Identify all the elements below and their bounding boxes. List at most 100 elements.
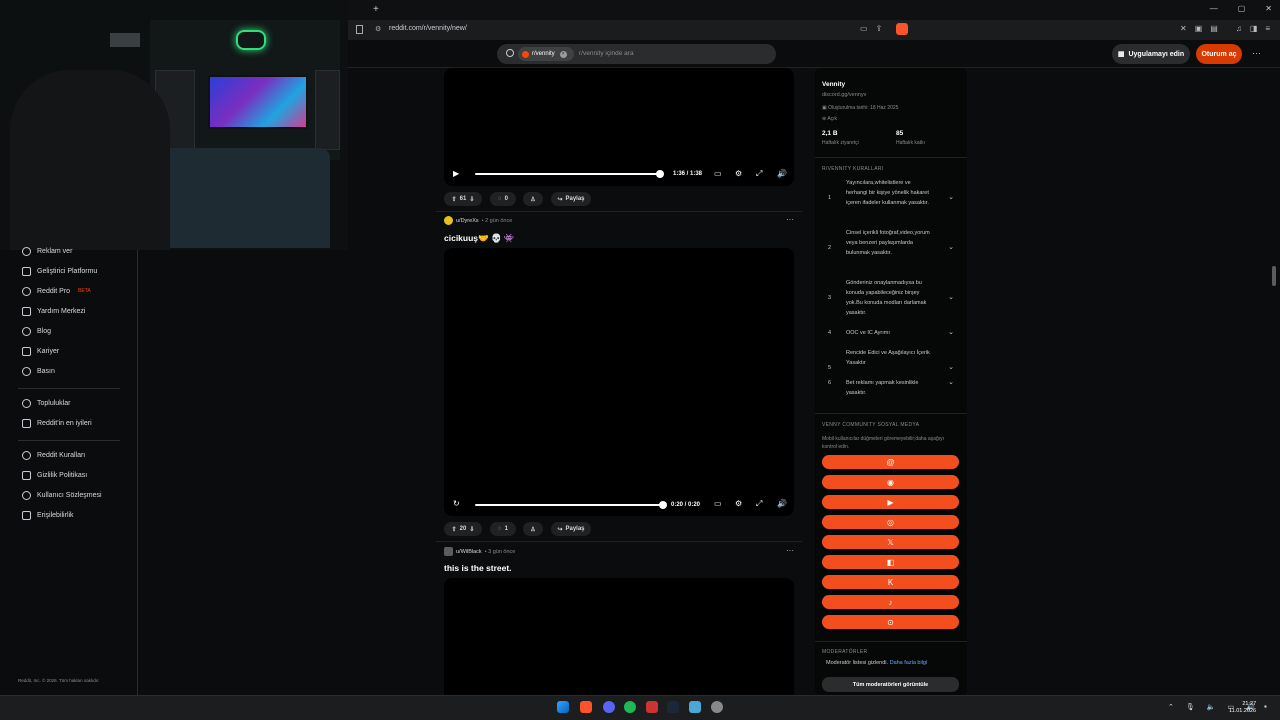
- post-title[interactable]: this is the street.: [444, 563, 512, 573]
- view-all-moderators-button[interactable]: Tüm moderatörleri görüntüle: [822, 677, 959, 692]
- chevron-down-icon[interactable]: ⌄: [948, 363, 954, 371]
- sidebar-item-accessibility[interactable]: Erişilebilirlik: [22, 508, 74, 522]
- media-icon[interactable]: ♫: [1236, 24, 1242, 33]
- settings-icon[interactable]: ⚙: [735, 169, 742, 178]
- vote-pill[interactable]: ⇧ 20 ⇩: [444, 522, 482, 536]
- more-options-icon[interactable]: ···: [1252, 48, 1261, 58]
- share-button[interactable]: ↪ Paylaş: [551, 192, 591, 206]
- discord-button[interactable]: ◉: [822, 475, 959, 489]
- vote-pill[interactable]: ⇧ 61 ⇩: [444, 192, 482, 206]
- taskbar-clock[interactable]: 21:27 11.01.2026: [1229, 701, 1256, 715]
- steam-taskbar-icon[interactable]: [667, 701, 679, 713]
- captions-icon[interactable]: ▭: [714, 169, 722, 178]
- share-button[interactable]: ↪ Paylaş: [551, 522, 591, 536]
- minimize-icon[interactable]: —: [1210, 4, 1218, 13]
- sidebar-item-rules[interactable]: Reddit Kuralları: [22, 448, 85, 462]
- volume-icon[interactable]: 🔊: [777, 499, 787, 508]
- maximize-icon[interactable]: ▢: [1238, 4, 1246, 13]
- post-more-icon[interactable]: ···: [786, 215, 794, 224]
- comments-button[interactable]: ◌ 0: [490, 192, 516, 206]
- share-icon[interactable]: ⇪: [876, 24, 883, 33]
- fullscreen-icon[interactable]: ⤢: [756, 499, 762, 509]
- video-progress-knob[interactable]: [659, 501, 667, 509]
- tray-chevron-icon[interactable]: ⌃: [1168, 703, 1174, 711]
- video-progress-knob[interactable]: [656, 170, 664, 178]
- media-taskbar-icon[interactable]: [646, 701, 658, 713]
- chevron-down-icon[interactable]: ⌄: [948, 328, 954, 336]
- sidebar-item-mic[interactable]: Basın: [22, 364, 55, 378]
- site-settings-icon[interactable]: ⚙: [375, 25, 381, 33]
- close-icon[interactable]: ✕: [1265, 4, 1272, 13]
- video-player[interactable]: [444, 248, 794, 516]
- kick-button[interactable]: K: [822, 575, 959, 589]
- menu-icon[interactable]: ≡: [1265, 24, 1270, 33]
- post-title[interactable]: cicikuuş🤝 💀 👾: [444, 233, 515, 244]
- threads-button[interactable]: @: [822, 455, 959, 469]
- youtube-button[interactable]: ▶: [822, 495, 959, 509]
- chevron-down-icon[interactable]: ⌄: [948, 378, 954, 386]
- chip-close-icon[interactable]: ×: [559, 50, 567, 58]
- sidebar-item-agreement[interactable]: Kullanıcı Sözleşmesi: [22, 488, 102, 502]
- comments-button[interactable]: ◌ 1: [490, 522, 516, 536]
- spotify-taskbar-icon[interactable]: [624, 701, 636, 713]
- get-app-button[interactable]: ▦ Uygulamayı edin: [1112, 44, 1190, 64]
- downvote-icon[interactable]: ⇩: [469, 526, 474, 533]
- more-info-link[interactable]: Daha fazla bilgi: [890, 660, 928, 666]
- video-progress-track[interactable]: [475, 504, 663, 506]
- sidebar-item-communities[interactable]: Topluluklar: [22, 396, 70, 410]
- sidebar-item-megaphone[interactable]: Reklam ver: [22, 244, 72, 258]
- post-more-icon[interactable]: ···: [786, 546, 794, 555]
- steam-button[interactable]: ⊙: [822, 615, 959, 629]
- brave-shield-icon[interactable]: [896, 23, 908, 35]
- chevron-down-icon[interactable]: ⌄: [948, 193, 954, 201]
- sidebar-item-gear[interactable]: Geliştirici Platformu: [22, 264, 97, 278]
- notifications-icon[interactable]: ▪: [1264, 702, 1267, 711]
- sidebar-item-book[interactable]: Blog: [22, 324, 51, 338]
- sidebar-toggle-icon[interactable]: ◨: [1250, 24, 1258, 33]
- login-button[interactable]: Oturum aç: [1196, 44, 1242, 64]
- author-avatar[interactable]: [444, 216, 453, 225]
- url-text[interactable]: reddit.com/r/vennity/new/: [389, 25, 467, 32]
- extension-icon[interactable]: ✕: [1180, 24, 1187, 33]
- fullscreen-icon[interactable]: ⤢: [756, 169, 762, 179]
- obs-taskbar-icon[interactable]: [711, 701, 723, 713]
- community-link[interactable]: discord.gg/vennyv: [822, 92, 866, 98]
- new-tab-button[interactable]: +: [373, 4, 379, 15]
- sidebar-item-briefcase[interactable]: Kariyer: [22, 344, 59, 358]
- author-name[interactable]: u/DyreXs: [456, 218, 479, 224]
- replay-icon[interactable]: ↻: [453, 499, 460, 508]
- award-button[interactable]: ♙: [523, 192, 543, 206]
- cast-icon[interactable]: ▭: [860, 24, 868, 33]
- page-scrollbar-thumb[interactable]: [1272, 266, 1276, 286]
- volume-icon[interactable]: 🔊: [777, 169, 787, 178]
- settings-icon[interactable]: ⚙: [735, 499, 742, 508]
- downvote-icon[interactable]: ⇩: [469, 196, 474, 203]
- brave-taskbar-icon[interactable]: [580, 701, 592, 713]
- sidebar-item-star[interactable]: Reddit'in en iyileri: [22, 416, 92, 430]
- subreddit-chip[interactable]: r/vennity ×: [518, 47, 574, 61]
- wallet-icon[interactable]: ▣: [1195, 24, 1203, 33]
- award-button[interactable]: ♙: [523, 522, 543, 536]
- tabs-icon[interactable]: ▤: [1210, 24, 1218, 33]
- chevron-down-icon[interactable]: ⌄: [948, 243, 954, 251]
- start-icon[interactable]: [557, 701, 569, 713]
- tiktok-button[interactable]: ♪: [822, 595, 959, 609]
- play-icon[interactable]: ▶: [453, 169, 459, 178]
- bookmark-icon[interactable]: [356, 25, 363, 34]
- author-avatar[interactable]: [444, 547, 453, 556]
- x-button[interactable]: 𝕏: [822, 535, 959, 549]
- twitch-button[interactable]: ◧: [822, 555, 959, 569]
- author-name[interactable]: u/WilBlack: [456, 549, 482, 555]
- captions-icon[interactable]: ▭: [714, 499, 722, 508]
- upvote-icon[interactable]: ⇧: [452, 526, 457, 533]
- discord-taskbar-icon[interactable]: [603, 701, 615, 713]
- sidebar-item-help[interactable]: Yardım Merkezi: [22, 304, 86, 318]
- sidebar-item-privacy[interactable]: Gizlilik Politikası: [22, 468, 87, 482]
- instagram-button[interactable]: ◎: [822, 515, 959, 529]
- volume-tray-icon[interactable]: 🔈: [1207, 703, 1216, 711]
- chevron-down-icon[interactable]: ⌄: [948, 293, 954, 301]
- video-player[interactable]: [444, 578, 794, 695]
- video-progress-track[interactable]: [475, 173, 660, 175]
- sidebar-item-pro[interactable]: Reddit Pro BETA: [22, 284, 91, 298]
- mic-tray-icon[interactable]: 🎙: [1186, 703, 1195, 711]
